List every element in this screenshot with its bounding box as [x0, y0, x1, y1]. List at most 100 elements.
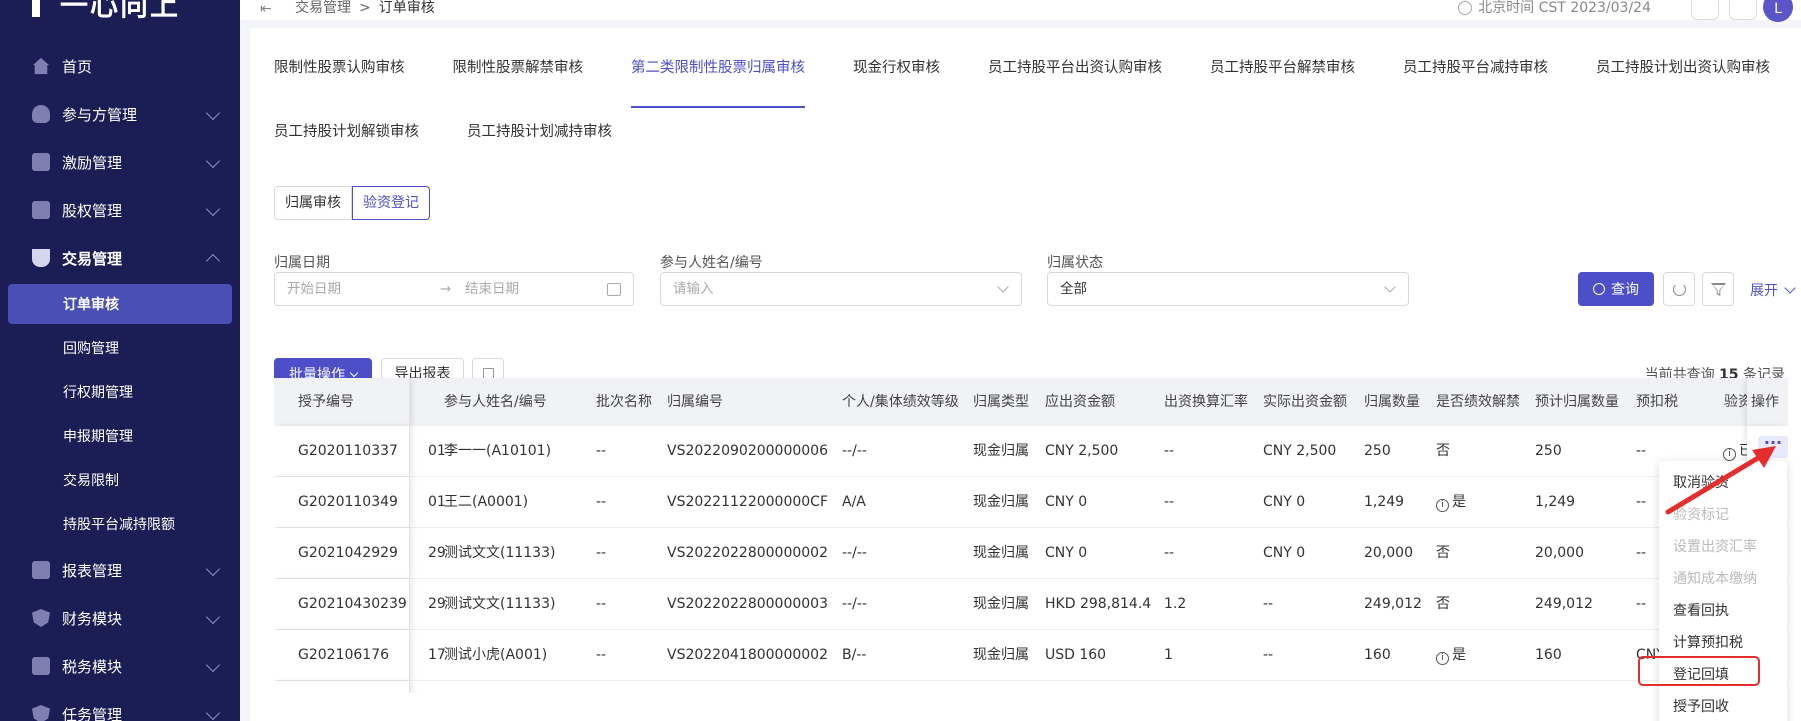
cell-est: 250	[1535, 443, 1562, 459]
cell-rate: --	[1164, 443, 1175, 459]
table-row[interactable]: 29 测试文文(11133) -- VS2022022800000003 --/-- 现金…	[274, 579, 1788, 630]
cell-perf-unlock: i是	[1436, 630, 1466, 681]
shirt-button[interactable]	[1729, 0, 1757, 20]
th-person: 参与人姓名/编号	[444, 394, 547, 410]
tab-platform-reduce[interactable]: 员工持股平台减持审核	[1403, 48, 1548, 108]
info-icon[interactable]: i	[1436, 652, 1449, 665]
segment-capital-verify[interactable]: 验资登记	[352, 186, 430, 220]
sidebar-item-label: 参与方管理	[62, 105, 138, 124]
menu-grant-recall[interactable]: 授予回收	[1659, 691, 1787, 721]
chevron-down-icon	[205, 657, 221, 673]
sidebar-item-tax[interactable]: 税务模块	[0, 642, 240, 690]
tab-platform-unlock[interactable]: 员工持股平台解禁审核	[1210, 48, 1355, 108]
cell-person: 测试文文(11133)	[444, 545, 556, 561]
expand-label: 展开	[1750, 283, 1778, 299]
menu-view-receipt[interactable]: 查看回执	[1659, 595, 1787, 627]
table-row[interactable]: 21测试小虎(A001)--VS2022042200000001--/--现金归…	[274, 681, 1788, 693]
avatar[interactable]: L	[1763, 0, 1793, 22]
cell-batch: --	[596, 647, 607, 663]
sidebar-item-report[interactable]: 报表管理	[0, 546, 240, 594]
menu-calc-tax[interactable]: 计算预扣税	[1659, 627, 1787, 659]
cell-qty: 250	[1364, 443, 1391, 459]
tab-plan-reduce[interactable]: 员工持股计划减持审核	[467, 112, 612, 172]
query-button[interactable]: 查询	[1578, 272, 1654, 306]
clipboard-button[interactable]	[1691, 0, 1719, 20]
filter-button[interactable]	[1702, 272, 1734, 306]
sticky-grant-cell: G20210430239	[274, 579, 410, 629]
tab-plan-unlock[interactable]: 员工持股计划解锁审核	[274, 112, 419, 172]
cell-perf-unlock: i是	[1436, 477, 1466, 528]
table-row[interactable]: 01 李一一(A10101) -- VS2022090200000006 --/-- 现金…	[274, 426, 1788, 477]
sidebar-item-finance[interactable]: 财务模块	[0, 594, 240, 642]
th-due: 应出资金额	[1045, 394, 1115, 410]
menu-collapse-icon[interactable]: ⇤	[260, 1, 272, 17]
status-select[interactable]: 全部	[1047, 272, 1409, 306]
menu-notify-cost[interactable]: 通知成本缴纳	[1659, 563, 1787, 595]
cell-actual: CNY 2,500	[1263, 443, 1337, 459]
tab-restricted-unlock[interactable]: 限制性股票解禁审核	[453, 48, 584, 108]
cell-type: 现金归属	[973, 596, 1029, 612]
cell-perf-unlock: 否	[1436, 545, 1450, 561]
breadcrumb-parent[interactable]: 交易管理	[295, 0, 351, 16]
sidebar-item-label: 股权管理	[62, 201, 123, 220]
expand-toggle[interactable]: 展开	[1750, 280, 1796, 300]
sidebar-item-incentive[interactable]: 激励管理	[0, 138, 240, 186]
calendar-icon	[607, 283, 621, 296]
sidebar-item-home[interactable]: 首页	[0, 42, 240, 90]
cell-actual: !USD 2	[1263, 681, 1322, 693]
tab-cash-exercise[interactable]: 现金行权审核	[853, 48, 940, 108]
sidebar-item-label: 激励管理	[62, 153, 123, 172]
chevron-down-icon	[205, 105, 221, 121]
breadcrumb: 交易管理 > 订单审核	[295, 0, 435, 16]
person-input[interactable]: 请输入	[660, 272, 1022, 306]
sticky-grant-cell: G202106177	[274, 681, 410, 693]
date-label: 归属日期	[274, 255, 330, 271]
table-row[interactable]: 29 测试文文(11133) -- VS2022022800000002 --/-- 现金…	[274, 528, 1788, 579]
sidebar-subitem-trade-limit[interactable]: 交易限制	[0, 458, 240, 502]
th-vest-no: 归属编号	[667, 394, 723, 410]
status-value: 全部	[1060, 281, 1087, 297]
cell-actual: --	[1263, 647, 1274, 663]
cell-person: 李一一(A10101)	[444, 443, 552, 459]
cell-perf: --/--	[842, 443, 867, 459]
cell-due: CNY 0	[1045, 545, 1088, 561]
tab-row-1: 限制性股票认购审核 限制性股票解禁审核 第二类限制性股票归属审核 现金行权审核 …	[274, 48, 1801, 108]
tab-restricted-subscribe[interactable]: 限制性股票认购审核	[274, 48, 405, 108]
table-row[interactable]: 17 测试小虎(A001) -- VS2022041800000002 B/-- 现金归属…	[274, 630, 1788, 681]
person-label: 参与人姓名/编号	[660, 255, 763, 271]
sidebar-item-task[interactable]: 任务管理	[0, 690, 240, 721]
sidebar-subitem-exercise-period[interactable]: 行权期管理	[0, 370, 240, 414]
tab-class2-vesting[interactable]: 第二类限制性股票归属审核	[631, 48, 805, 108]
tab-platform-subscribe[interactable]: 员工持股平台出资认购审核	[988, 48, 1162, 108]
table-row[interactable]: 01 王二(A0001) -- VS20221122000000CF A/A 现金归属 CN…	[274, 477, 1788, 528]
sidebar-item-participants[interactable]: 参与方管理	[0, 90, 240, 138]
reset-button[interactable]	[1663, 272, 1695, 306]
app-logo[interactable]: 一心向上	[22, 0, 180, 24]
date-range-input[interactable]: 开始日期 → 结束日期	[274, 272, 634, 306]
sidebar-subitem-buyback[interactable]: 回购管理	[0, 326, 240, 370]
cell-rate: --	[1164, 494, 1175, 510]
cell-grant: G202106177	[298, 681, 389, 693]
sidebar-subitem-declare-period[interactable]: 申报期管理	[0, 414, 240, 458]
search-icon	[1593, 283, 1605, 295]
tax-icon	[32, 657, 50, 675]
segment-vesting-review[interactable]: 归属审核	[274, 186, 352, 220]
sidebar-subitem-order-review[interactable]: 订单审核	[8, 284, 232, 324]
cell-type: 现金归属	[973, 545, 1029, 561]
cell-vest: VS2022090200000006	[667, 443, 828, 459]
query-label: 查询	[1611, 282, 1639, 298]
sidebar-subitem-reduce-limit[interactable]: 持股平台减持限额	[0, 502, 240, 546]
report-icon	[32, 561, 50, 579]
annotation-highlight-box	[1638, 656, 1760, 686]
cell-qty: 20,000	[1364, 545, 1413, 561]
th-tax: 预扣税	[1636, 394, 1678, 410]
sidebar-item-equity[interactable]: 股权管理	[0, 186, 240, 234]
cell-perf-unlock: 否	[1436, 681, 1450, 693]
sidebar-item-trade[interactable]: 交易管理	[0, 234, 240, 282]
chevron-down-icon	[205, 201, 221, 217]
cell-person: 测试文文(11133)	[444, 596, 556, 612]
cell-vest: VS20221122000000CF	[667, 494, 828, 510]
info-icon[interactable]: i	[1436, 499, 1449, 512]
tab-plan-subscribe[interactable]: 员工持股计划出资认购审核	[1596, 48, 1770, 108]
sidebar-item-label: 任务管理	[62, 705, 123, 721]
